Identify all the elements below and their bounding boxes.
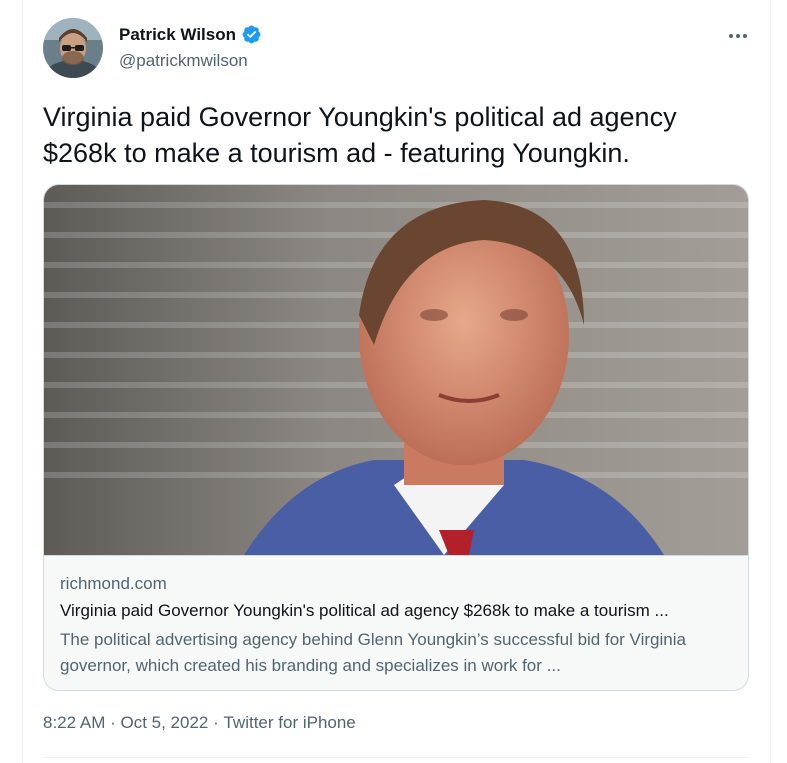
tweet-meta: 8:22 AM · Oct 5, 2022 · Twitter for iPho… [43, 713, 356, 733]
avatar-image [43, 18, 103, 78]
tweet-date[interactable]: Oct 5, 2022 [120, 713, 208, 733]
author-name-row[interactable]: Patrick Wilson [119, 24, 262, 45]
card-description: The political advertising agency behind … [60, 630, 686, 675]
tweet-source: Twitter for iPhone [223, 713, 356, 732]
author-display-name[interactable]: Patrick Wilson [119, 25, 236, 45]
tweet-text: Virginia paid Governor Youngkin's politi… [43, 102, 677, 168]
link-card[interactable]: richmond.com Virginia paid Governor Youn… [43, 184, 749, 691]
card-domain: richmond.com [60, 574, 167, 593]
verified-badge-icon [242, 25, 261, 44]
more-icon [729, 34, 747, 38]
card-title: Virginia paid Governor Youngkin's politi… [60, 601, 669, 620]
author-handle[interactable]: @patrickmwilson [119, 51, 248, 71]
meta-separator: · [105, 713, 121, 732]
more-button[interactable] [724, 22, 752, 50]
avatar[interactable] [43, 18, 103, 78]
meta-separator: · [208, 713, 224, 732]
tweet-time[interactable]: 8:22 AM [43, 713, 105, 733]
card-image [44, 185, 748, 555]
card-meta: richmond.com Virginia paid Governor Youn… [44, 555, 748, 690]
divider [43, 757, 749, 758]
